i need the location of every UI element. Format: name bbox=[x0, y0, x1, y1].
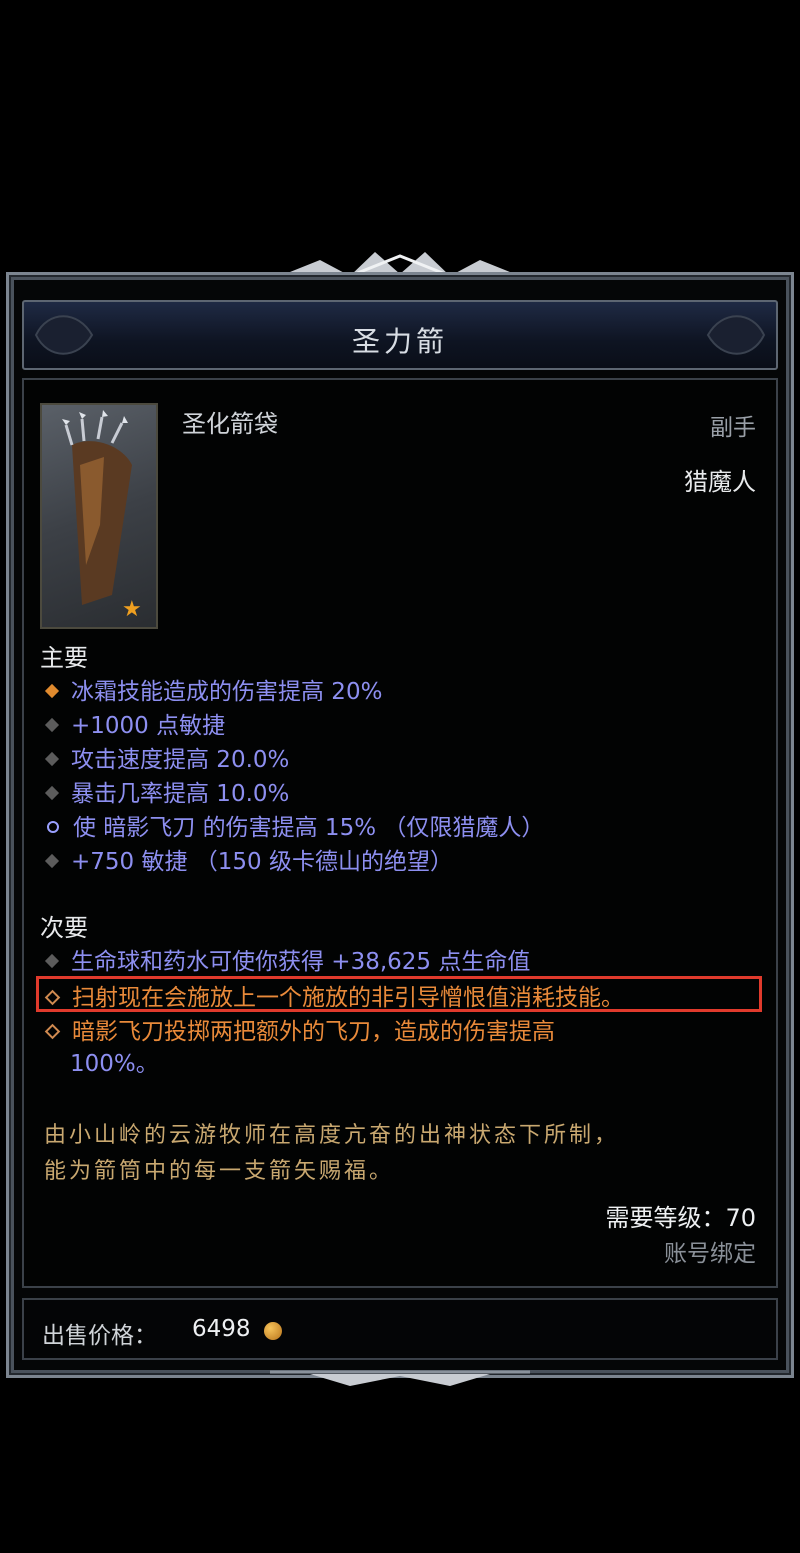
bullet-icon bbox=[44, 785, 60, 801]
secondary-stat-3-cont: 100%。 bbox=[70, 1051, 159, 1077]
price-value: 6498 bbox=[192, 1316, 251, 1342]
bullet-icon bbox=[44, 953, 60, 969]
secondary-stat-3: 暗影飞刀投掷两把额外的飞刀，造成的伤害提高 bbox=[44, 1012, 555, 1045]
flavor-text: 由小山岭的云游牧师在高度亢奋的出神状态下所制， 能为箭筒中的每一支箭矢赐福。 bbox=[44, 1118, 764, 1190]
highlight-box bbox=[36, 976, 762, 1012]
binding-status: 账号绑定 bbox=[664, 1241, 756, 1267]
primary-stat-3: 攻击速度提高 20.0% bbox=[44, 740, 290, 773]
bullet-icon bbox=[44, 717, 60, 733]
bottom-ornament bbox=[270, 1370, 530, 1386]
level-requirement: 需要等级：70 bbox=[605, 1204, 756, 1232]
stat-text: +1000 点敏捷 bbox=[71, 713, 226, 739]
bullet-icon bbox=[44, 751, 60, 767]
price-bar: 出售价格： 6498 bbox=[22, 1298, 778, 1360]
item-slot: 副手 bbox=[710, 415, 756, 441]
primary-label: 主要 bbox=[40, 644, 88, 672]
class-restriction: 猎魔人 bbox=[684, 468, 756, 496]
legendary-bullet-icon bbox=[44, 1023, 61, 1039]
primary-stat-1: 冰霜技能造成的伤害提高 20% bbox=[44, 672, 383, 705]
stat-text: 生命球和药水可使你获得 +38,625 点生命值 bbox=[71, 949, 531, 975]
bullet-icon bbox=[44, 853, 60, 869]
stat-text: 暗影飞刀投掷两把额外的飞刀，造成的伤害提高 bbox=[72, 1019, 555, 1045]
primary-stat-4: 暴击几率提高 10.0% bbox=[44, 774, 290, 807]
stat-text: 攻击速度提高 20.0% bbox=[71, 747, 290, 773]
flavor-line-1: 由小山岭的云游牧师在高度亢奋的出神状态下所制， bbox=[44, 1123, 620, 1148]
bullet-icon bbox=[44, 683, 60, 699]
stat-text: +750 敏捷 （150 级卡德山的绝望） bbox=[71, 849, 454, 875]
star-icon: ★ bbox=[122, 597, 142, 622]
title-bar: 圣力箭 bbox=[22, 300, 778, 370]
stat-text: 冰霜技能造成的伤害提高 20% bbox=[71, 679, 383, 705]
item-type: 圣化箭袋 bbox=[182, 410, 278, 438]
stat-text: 暴击几率提高 10.0% bbox=[71, 781, 290, 807]
enchanted-icon bbox=[47, 821, 59, 833]
primary-stat-2: +1000 点敏捷 bbox=[44, 706, 226, 739]
stat-text: 使 暗影飞刀 的伤害提高 15% （仅限猎魔人） bbox=[73, 815, 545, 841]
flavor-line-2: 能为箭筒中的每一支箭矢赐福。 bbox=[44, 1159, 395, 1184]
secondary-stat-1: 生命球和药水可使你获得 +38,625 点生命值 bbox=[44, 942, 531, 975]
price-label: 出售价格： bbox=[42, 1323, 157, 1349]
primary-stat-5: 使 暗影飞刀 的伤害提高 15% （仅限猎魔人） bbox=[44, 808, 545, 841]
gold-coin-icon bbox=[264, 1322, 282, 1340]
quiver-icon bbox=[40, 403, 158, 629]
secondary-label: 次要 bbox=[40, 914, 88, 942]
item-name: 圣力箭 bbox=[351, 325, 448, 358]
primary-stat-6: +750 敏捷 （150 级卡德山的绝望） bbox=[44, 842, 454, 875]
quiver-art bbox=[62, 410, 132, 605]
